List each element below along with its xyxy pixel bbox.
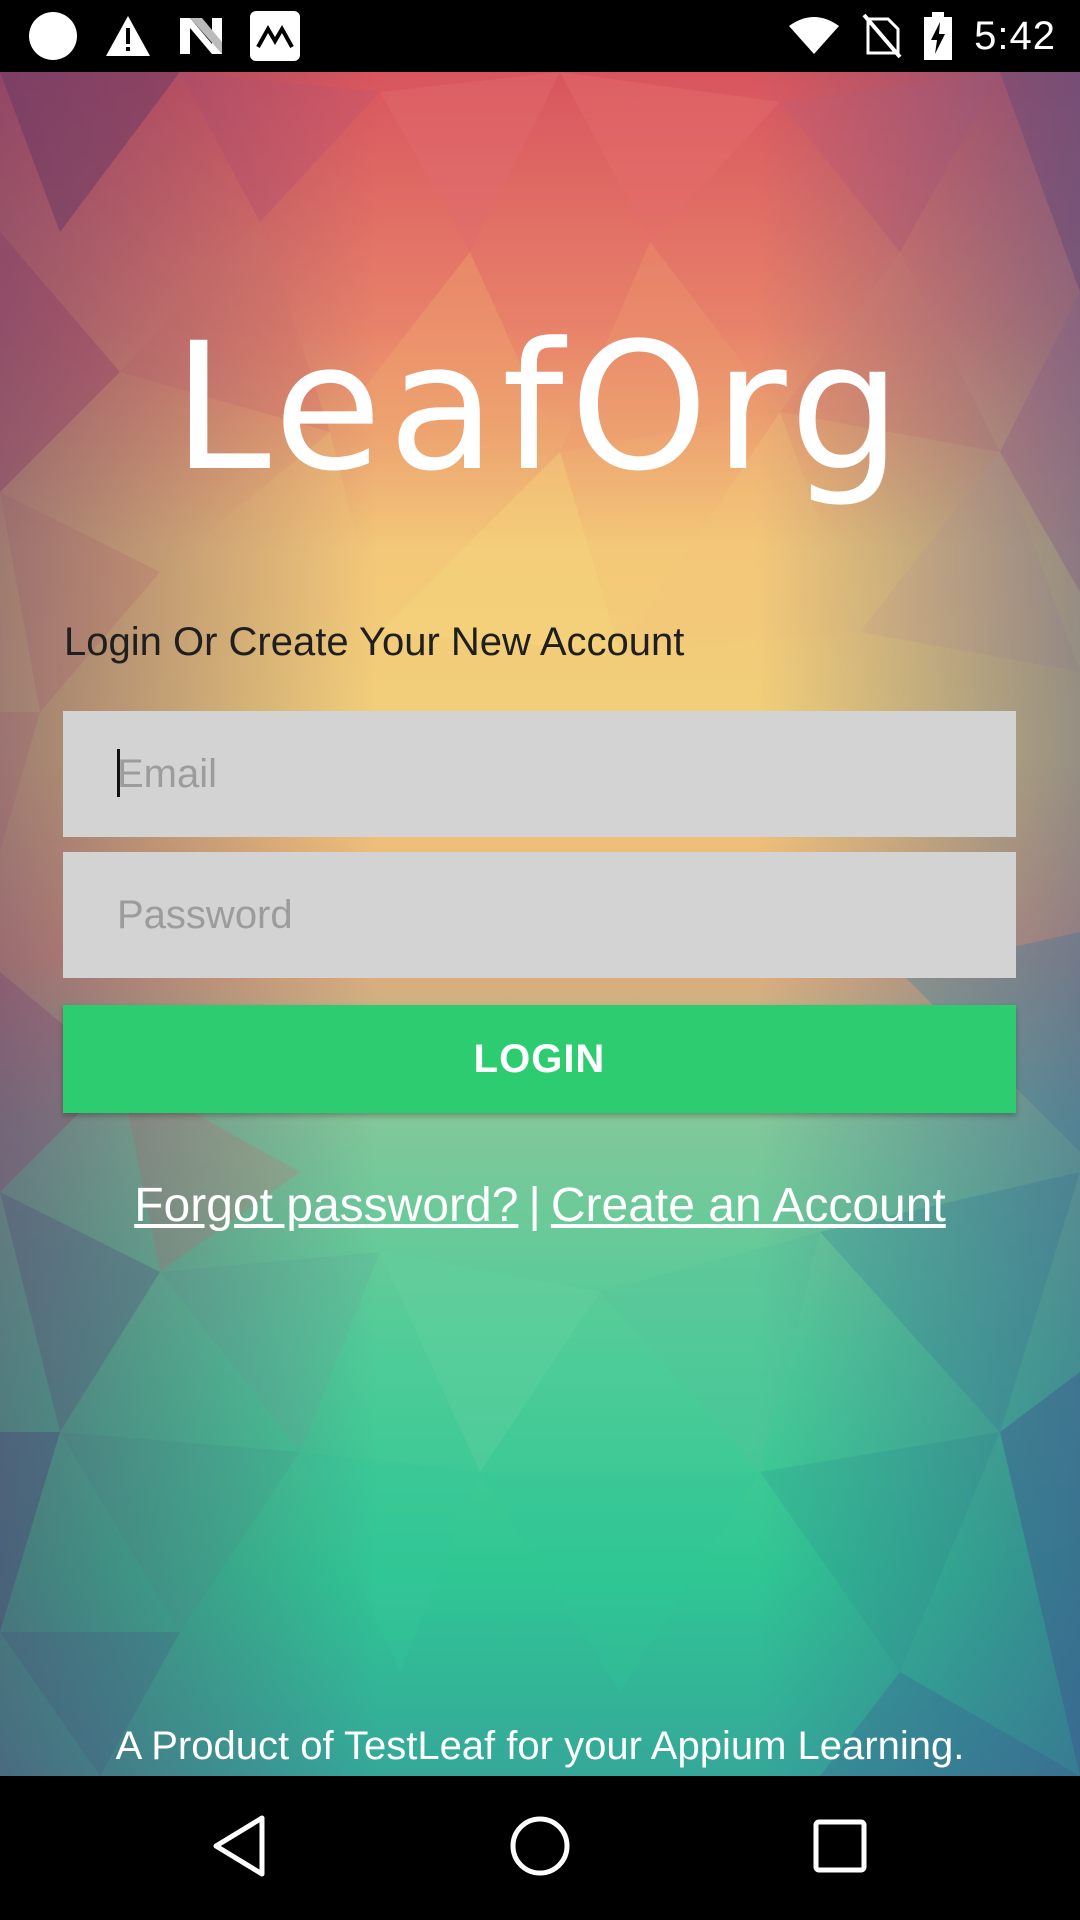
app-title: LeafOrg xyxy=(172,305,908,510)
circle-icon xyxy=(28,11,78,61)
account-links: Forgot password? | Create an Account xyxy=(0,1178,1080,1233)
login-button[interactable]: LOGIN xyxy=(63,1005,1016,1113)
status-bar: 5:42 xyxy=(0,0,1080,72)
home-icon xyxy=(508,1814,572,1883)
status-left-icons xyxy=(28,10,300,62)
link-separator: | xyxy=(528,1179,541,1232)
login-subtitle: Login Or Create Your New Account xyxy=(64,620,685,664)
no-sim-icon xyxy=(862,13,902,59)
app-icon xyxy=(250,11,300,61)
warning-icon xyxy=(104,14,152,58)
email-field[interactable] xyxy=(63,711,1016,837)
status-right-icons: 5:42 xyxy=(788,10,1056,62)
password-field[interactable] xyxy=(63,852,1016,978)
screen: 5:42 LeafOrg Login Or Create Your New Ac… xyxy=(0,0,1080,1920)
text-cursor xyxy=(117,749,120,797)
back-button[interactable] xyxy=(140,1776,340,1920)
home-button[interactable] xyxy=(440,1776,640,1920)
status-clock: 5:42 xyxy=(974,13,1056,58)
wifi-icon xyxy=(788,16,840,56)
forgot-password-link[interactable]: Forgot password? xyxy=(134,1179,518,1232)
back-icon xyxy=(210,1814,270,1883)
recents-icon xyxy=(812,1818,868,1879)
battery-charging-icon xyxy=(924,12,953,60)
create-account-link[interactable]: Create an Account xyxy=(551,1179,946,1232)
footer-text: A Product of TestLeaf for your Appium Le… xyxy=(115,1724,965,1768)
recents-button[interactable] xyxy=(740,1776,940,1920)
n-logo-icon xyxy=(178,16,224,56)
navigation-bar xyxy=(0,1776,1080,1920)
